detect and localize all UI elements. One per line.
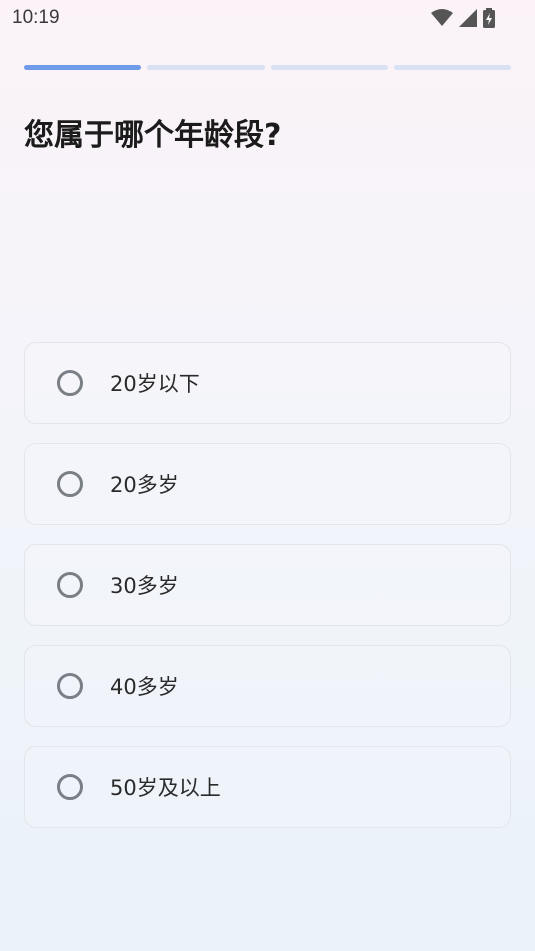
option-label: 20岁以下 — [110, 372, 200, 396]
status-bar: 10:19 — [0, 0, 535, 36]
radio-button[interactable] — [57, 774, 83, 800]
radio-button[interactable] — [57, 370, 83, 396]
progress-indicator — [24, 65, 511, 71]
options-list: 20岁以下 20多岁 30多岁 40多岁 50岁及以上 — [24, 342, 511, 847]
option-50-plus[interactable]: 50岁及以上 — [24, 746, 511, 828]
progress-segment — [24, 65, 142, 70]
radio-button[interactable] — [57, 572, 83, 598]
radio-button[interactable] — [57, 471, 83, 497]
option-20s[interactable]: 20多岁 — [24, 443, 511, 525]
cellular-signal-icon — [459, 9, 477, 31]
status-icons — [431, 8, 495, 32]
option-30s[interactable]: 30多岁 — [24, 544, 511, 626]
radio-button[interactable] — [57, 673, 83, 699]
option-label: 20多岁 — [110, 473, 179, 497]
progress-segment — [270, 65, 388, 70]
progress-segment — [393, 65, 511, 70]
wifi-icon — [431, 9, 453, 31]
battery-charging-icon — [483, 8, 495, 32]
option-40s[interactable]: 40多岁 — [24, 645, 511, 727]
status-time: 10:19 — [12, 7, 60, 28]
question-title: 您属于哪个年龄段? — [24, 118, 282, 153]
option-under-20[interactable]: 20岁以下 — [24, 342, 511, 424]
option-label: 50岁及以上 — [110, 776, 221, 800]
progress-segment — [147, 65, 265, 70]
option-label: 30多岁 — [110, 574, 179, 598]
option-label: 40多岁 — [110, 675, 179, 699]
